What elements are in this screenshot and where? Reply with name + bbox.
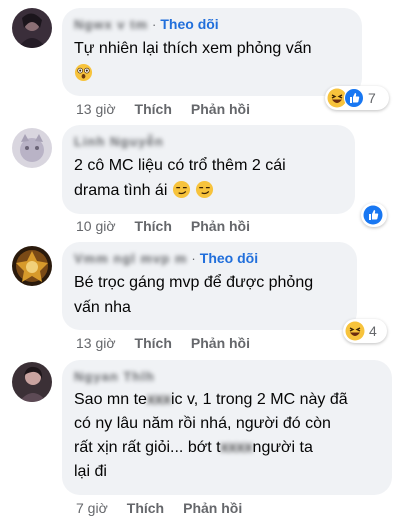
comment-time[interactable]: 13 giờ	[76, 101, 116, 117]
comment-text: 2 cô MC liệu có trổ thêm 2 cái drama tìn…	[74, 157, 286, 199]
comment-bubble: Ngyan Thlh Sao mn texxxic v, 1 trong 2 M…	[62, 360, 392, 495]
avatar[interactable]	[12, 8, 52, 48]
comment-time[interactable]: 10 giờ	[76, 218, 116, 234]
like-icon	[344, 88, 364, 108]
avatar[interactable]	[12, 362, 52, 402]
comment-author[interactable]: Linh Nguyễn	[74, 133, 164, 150]
comment-author[interactable]: Ngwx v tm	[74, 16, 148, 33]
avatar[interactable]	[12, 128, 52, 168]
comment-text: Sao mn texxxic v, 1 trong 2 MC này đã có…	[74, 391, 348, 480]
smirk-emoji-icon	[172, 180, 190, 199]
comment-text: Bé trọc gáng mvp để được phỏng vấn nha	[74, 274, 314, 316]
comment-text: Tự nhiên lại thích xem phỏng vấn	[74, 36, 350, 86]
like-button[interactable]: Thích	[127, 500, 164, 516]
separator-dot: ·	[152, 17, 157, 32]
shocked-emoji-icon	[74, 63, 93, 82]
reaction-summary[interactable]	[361, 203, 387, 227]
comment-author[interactable]: Ngyan Thlh	[74, 368, 155, 385]
like-button[interactable]: Thích	[135, 335, 172, 351]
comment-meta: 7 giờ Thích Phản hồi	[76, 500, 261, 516]
follow-link[interactable]: Theo dõi	[160, 16, 218, 33]
like-button[interactable]: Thích	[135, 101, 172, 117]
like-icon	[363, 205, 383, 225]
comment-time[interactable]: 7 giờ	[76, 500, 108, 516]
comment-meta: 10 giờ Thích Phản hồi	[76, 218, 269, 234]
haha-icon	[345, 321, 365, 341]
separator-dot: ·	[191, 251, 196, 266]
follow-link[interactable]: Theo dõi	[200, 250, 258, 267]
reaction-count: 7	[368, 90, 376, 106]
reaction-summary[interactable]: 4	[343, 319, 387, 343]
reply-button[interactable]: Phản hồi	[191, 218, 250, 234]
reply-button[interactable]: Phản hồi	[191, 335, 250, 351]
reaction-summary[interactable]: 7	[325, 86, 389, 110]
reaction-count: 4	[369, 323, 377, 339]
comment-author[interactable]: Vmm ngl mvp m	[74, 250, 187, 267]
comment-bubble: Ngwx v tm · Theo dõi Tự nhiên lại thích …	[62, 8, 362, 96]
reply-button[interactable]: Phản hồi	[183, 500, 242, 516]
comment-meta: 13 giờ Thích Phản hồi	[76, 101, 269, 117]
comment-meta: 13 giờ Thích Phản hồi	[76, 335, 269, 351]
comment-bubble: Linh Nguyễn 2 cô MC liệu có trổ thêm 2 c…	[62, 125, 355, 214]
smirk-emoji-icon	[196, 180, 214, 199]
comment-bubble: Vmm ngl mvp m · Theo dõi Bé trọc gáng mv…	[62, 242, 357, 330]
reply-button[interactable]: Phản hồi	[191, 101, 250, 117]
like-button[interactable]: Thích	[135, 218, 172, 234]
comment-time[interactable]: 13 giờ	[76, 335, 116, 351]
avatar[interactable]	[12, 246, 52, 286]
